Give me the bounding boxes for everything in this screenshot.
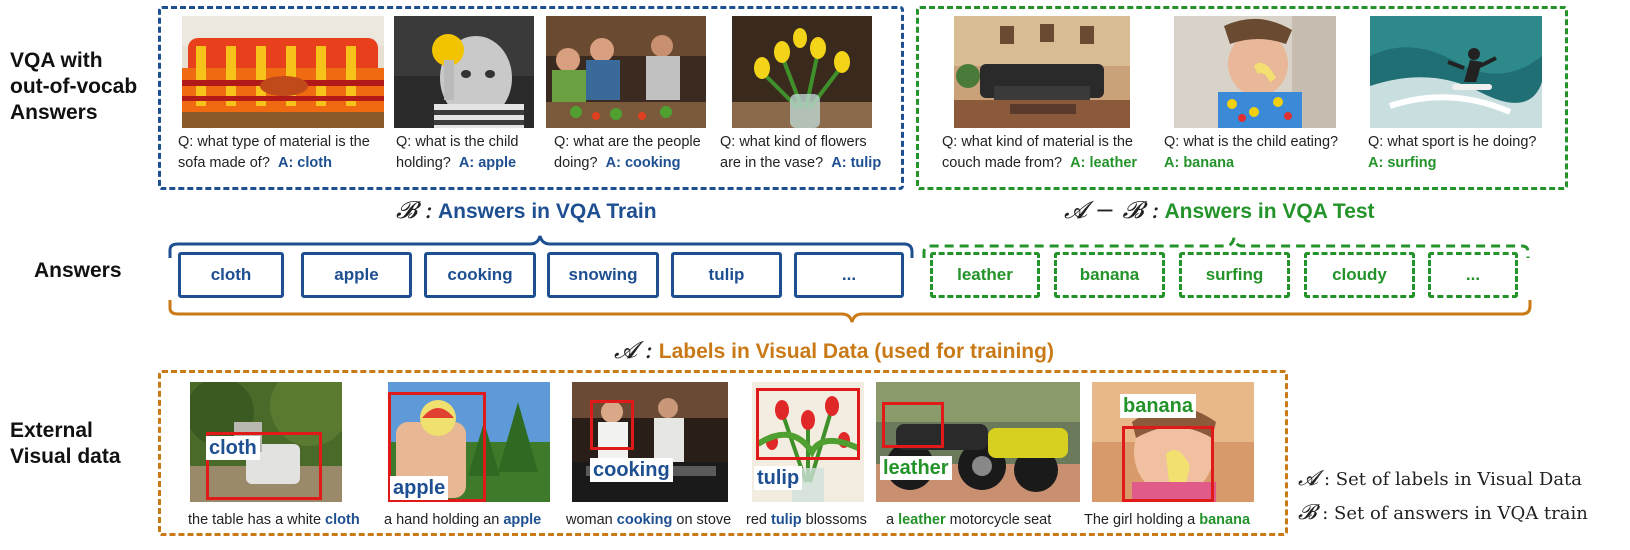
visual-tag-cloth: cloth xyxy=(206,436,260,460)
visual-caption-1: the table has a white cloth xyxy=(188,512,360,528)
visual-caption-3: woman cooking on stove xyxy=(566,512,732,528)
answer-box-tulip: tulip xyxy=(671,252,782,298)
visual-photo-tulip: tulip xyxy=(752,382,864,502)
visual-caption-6: The girl holding a banana xyxy=(1084,512,1251,528)
region-box-cooking xyxy=(590,400,634,450)
answer-box-apple: apple xyxy=(301,252,412,298)
answer-box-test-more: ... xyxy=(1428,252,1518,298)
visual-tag-tulip: tulip xyxy=(754,466,803,490)
visual-photo-apple: apple xyxy=(388,382,550,502)
answer-box-surfing: surfing xyxy=(1179,252,1290,298)
visual-caption-5: a leather motorcycle seat xyxy=(886,512,1052,528)
answer-box-cloudy: cloudy xyxy=(1304,252,1415,298)
visual-caption-4: red tulip blossoms xyxy=(746,512,867,528)
visual-tag-cooking: cooking xyxy=(590,458,673,482)
visual-photo-cloth: cloth xyxy=(190,382,342,502)
visual-photo-banana: banana xyxy=(1092,382,1254,502)
answer-box-cooking: cooking xyxy=(424,252,536,298)
visual-tag-apple: apple xyxy=(390,476,449,500)
visual-tag-banana: banana xyxy=(1120,394,1197,418)
region-box-banana xyxy=(1122,426,1214,502)
answer-box-cloth: cloth xyxy=(178,252,284,298)
answer-box-snowing: snowing xyxy=(547,252,659,298)
legend-b: 𝓑 : Set of answers in VQA train xyxy=(1298,500,1588,524)
row-label-external: External Visual data xyxy=(10,419,121,468)
visual-photo-cooking: cooking xyxy=(572,382,728,502)
visual-labels-heading: 𝓐 : Labels in Visual Data (used for trai… xyxy=(614,336,1054,364)
legend-a: 𝓐 : Set of labels in Visual Data xyxy=(1298,466,1583,490)
answer-box-leather: leather xyxy=(930,252,1040,298)
answer-box-train-more: ... xyxy=(794,252,904,298)
region-box-leather xyxy=(882,402,944,448)
region-box-tulip xyxy=(756,388,860,460)
labels-brace xyxy=(168,300,1532,323)
visual-photo-leather: leather xyxy=(876,382,1080,502)
answer-box-banana: banana xyxy=(1054,252,1165,298)
visual-tag-leather: leather xyxy=(880,456,952,480)
visual-caption-2: a hand holding an apple xyxy=(384,512,542,528)
